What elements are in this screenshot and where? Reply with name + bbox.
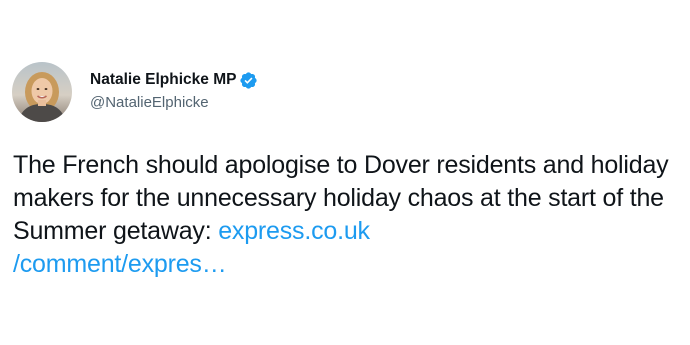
author-avatar[interactable]	[12, 62, 72, 122]
tweet-card: Natalie Elphicke MP @NatalieElphicke The…	[0, 0, 690, 345]
tweet-link-path[interactable]: /comment/expres…	[13, 250, 227, 278]
profile-photo-icon	[12, 62, 72, 122]
verified-badge-icon	[239, 71, 258, 90]
author-info: Natalie Elphicke MP @NatalieElphicke	[90, 70, 258, 111]
author-handle[interactable]: @NatalieElphicke	[90, 94, 258, 111]
tweet-body: The French should apologise to Dover res…	[13, 149, 683, 281]
author-display-name[interactable]: Natalie Elphicke MP	[90, 71, 236, 89]
tweet-link-domain[interactable]: express.co.uk	[218, 217, 370, 245]
name-row: Natalie Elphicke MP	[90, 70, 258, 90]
